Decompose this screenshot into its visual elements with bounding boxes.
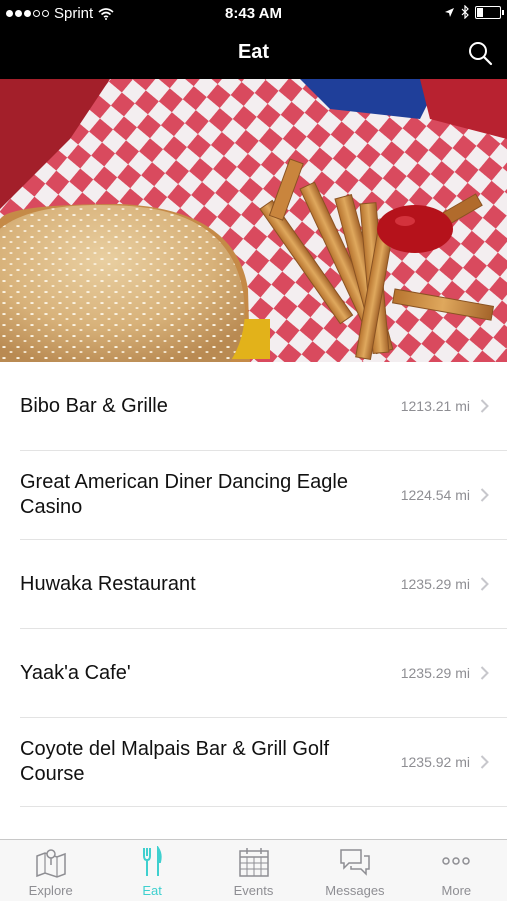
chevron-right-icon bbox=[480, 718, 489, 806]
list-item[interactable]: Bibo Bar & Grille 1213.21 mi bbox=[20, 362, 507, 451]
more-dots-icon bbox=[406, 846, 507, 878]
tab-label: Explore bbox=[28, 883, 73, 898]
burger-and-fries-photo bbox=[0, 79, 507, 362]
restaurant-distance: 1213.21 mi bbox=[400, 398, 470, 414]
tab-explore[interactable]: Explore bbox=[0, 840, 101, 901]
search-icon[interactable] bbox=[467, 40, 493, 66]
restaurant-distance: 1235.29 mi bbox=[400, 665, 470, 681]
chat-bubbles-icon bbox=[304, 846, 405, 878]
restaurant-name: Coyote del Malpais Bar & Grill Golf Cour… bbox=[20, 738, 330, 785]
page-title: Eat bbox=[237, 41, 270, 63]
restaurant-distance: 1224.54 mi bbox=[400, 487, 470, 503]
tab-label: More bbox=[441, 883, 472, 898]
tab-label: Eat bbox=[142, 883, 162, 898]
restaurant-distance: 1235.92 mi bbox=[400, 754, 470, 770]
tab-bar: Explore Eat Events Messages More bbox=[0, 839, 507, 901]
calendar-icon bbox=[203, 846, 304, 878]
tab-events[interactable]: Events bbox=[203, 840, 304, 901]
list-item[interactable]: Coyote del Malpais Bar & Grill Golf Cour… bbox=[20, 718, 507, 807]
status-bar: Sprint 8:43 AM bbox=[0, 0, 507, 28]
list-item[interactable]: Huwaka Restaurant 1235.29 mi bbox=[20, 540, 507, 629]
restaurant-name: Huwaka Restaurant bbox=[20, 572, 196, 595]
restaurant-name: Great American Diner Dancing Eagle Casin… bbox=[20, 471, 348, 518]
tab-label: Events bbox=[233, 883, 274, 898]
chevron-right-icon bbox=[480, 451, 489, 539]
restaurant-distance: 1235.29 mi bbox=[400, 576, 470, 592]
status-time: 8:43 AM bbox=[225, 5, 282, 22]
restaurant-list: Bibo Bar & Grille 1213.21 mi Great America… bbox=[0, 362, 507, 807]
tab-label: Messages bbox=[325, 883, 385, 898]
bluetooth-icon bbox=[461, 5, 469, 19]
chevron-right-icon bbox=[480, 629, 489, 717]
chevron-right-icon bbox=[480, 540, 489, 628]
list-item[interactable]: Yaak'a Cafe' 1235.29 mi bbox=[20, 629, 507, 718]
chevron-right-icon bbox=[480, 362, 489, 450]
tab-messages[interactable]: Messages bbox=[304, 840, 405, 901]
location-arrow-icon bbox=[445, 7, 454, 17]
navigation-bar: Eat bbox=[0, 28, 507, 79]
battery-icon bbox=[475, 5, 504, 19]
tab-eat[interactable]: Eat bbox=[101, 840, 202, 901]
hero-image bbox=[0, 79, 507, 362]
restaurant-name: Yaak'a Cafe' bbox=[20, 661, 131, 684]
map-icon bbox=[0, 846, 101, 878]
restaurant-name: Bibo Bar & Grille bbox=[20, 394, 168, 417]
tab-more[interactable]: More bbox=[406, 840, 507, 901]
list-item[interactable]: Great American Diner Dancing Eagle Casin… bbox=[20, 451, 507, 540]
fork-knife-icon bbox=[101, 846, 202, 878]
